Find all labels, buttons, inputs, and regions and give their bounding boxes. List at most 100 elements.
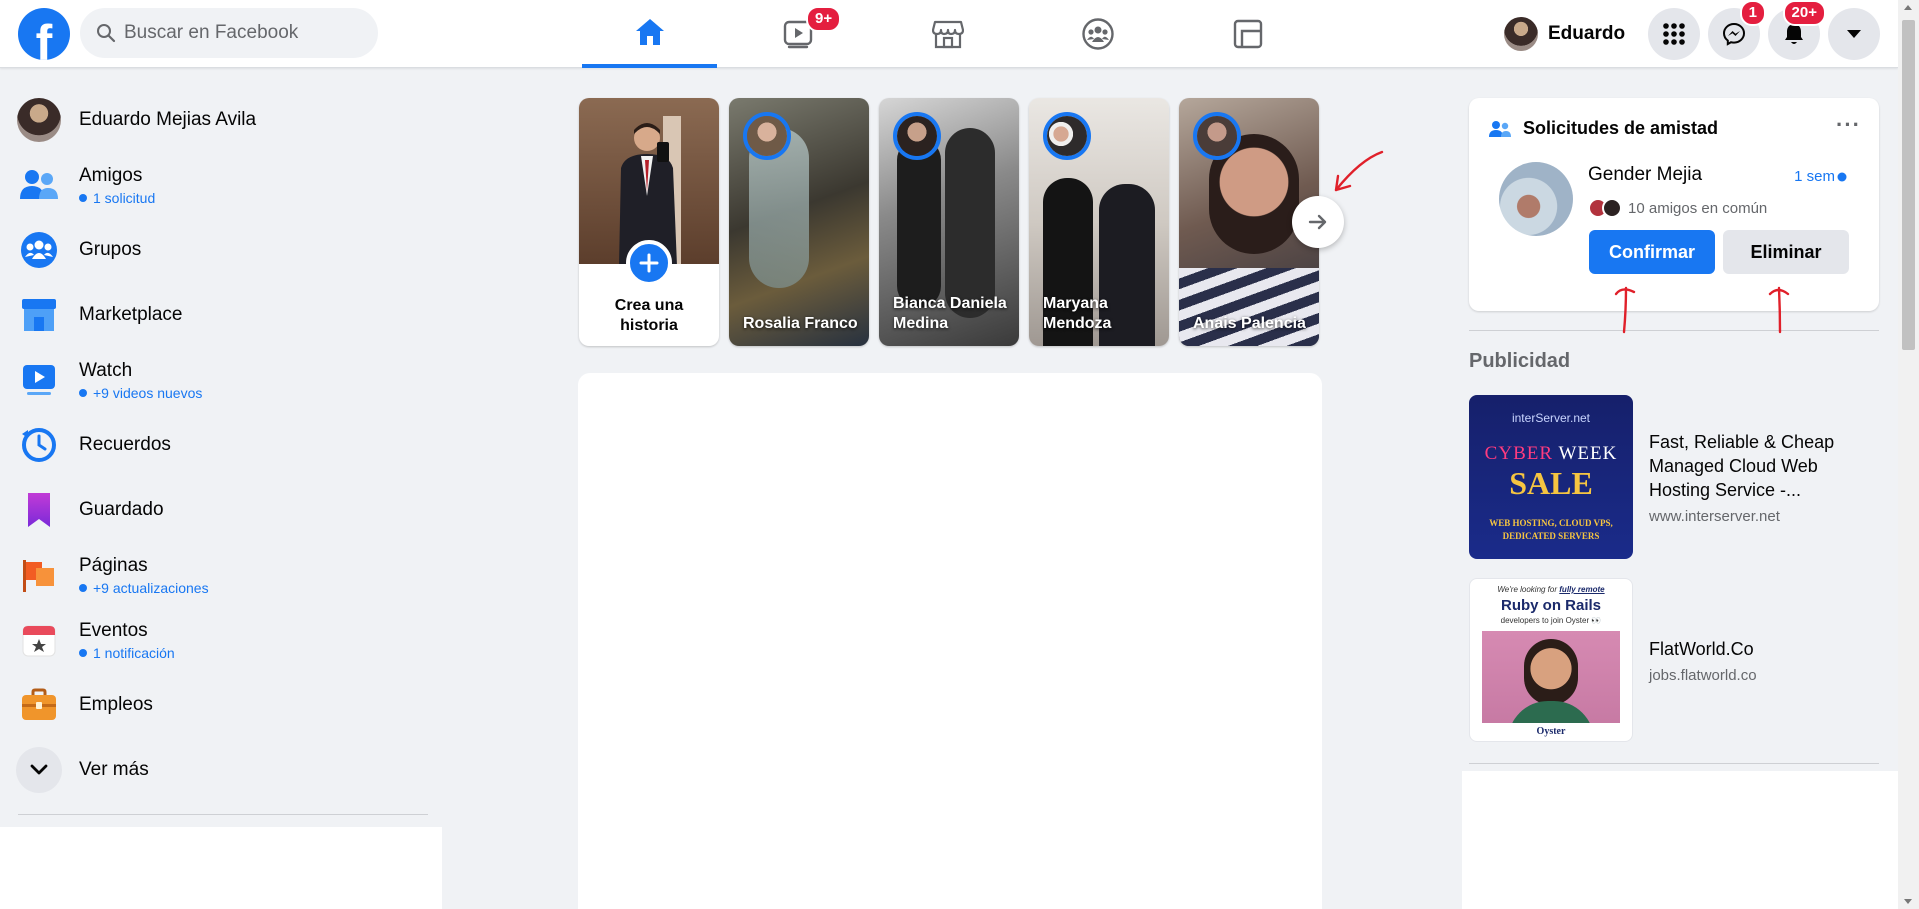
ad-image-top: We're looking for fully remote [1470,585,1632,594]
avatar [17,98,61,142]
search-input[interactable] [124,8,364,58]
sidebar-item-profile[interactable]: Eduardo Mejias Avila [16,90,426,150]
more-options-button[interactable]: ··· [1836,112,1861,138]
ad-item[interactable]: We're looking for fully remote Ruby on R… [1469,578,1879,742]
story-name: Rosalia Franco [743,315,858,332]
ad-image: We're looking for fully remote Ruby on R… [1469,578,1633,742]
marketplace-icon [931,20,964,49]
story-photo-clothes [1179,268,1319,346]
sidebar-item-subtext: +9 videos nuevos [79,385,202,401]
create-story-card[interactable]: Crea una historia [579,98,719,346]
ad-item[interactable]: interServer.net CYBER WEEK SALE WEB HOST… [1469,395,1879,559]
confirm-button[interactable]: Confirmar [1589,230,1715,274]
messenger-button[interactable]: 1 [1708,0,1766,60]
tab-marketplace[interactable] [880,0,1015,68]
friend-requests-title: Solicitudes de amistad [1523,118,1719,138]
right-divider [1469,763,1879,764]
tab-home[interactable] [582,0,717,68]
scroll-up-arrow-icon[interactable] [1904,5,1912,10]
story-name: Bianca Daniela Medina [893,295,1007,332]
account-button[interactable] [1828,8,1880,60]
story-photo-person [945,128,995,318]
story-card[interactable]: Maryana Mendoza [1029,98,1169,346]
story-avatar [1193,112,1241,160]
contacts-panel [1462,771,1898,909]
sidebar-user-name: Eduardo Mejias Avila [79,109,257,130]
sidebar-item-friends[interactable]: Amigos 1 solicitud [16,155,426,215]
ad-image-face [1524,639,1578,705]
unread-dot-icon [1837,172,1847,182]
ad-url: jobs.flatworld.co [1649,666,1757,684]
profile-chip[interactable]: Eduardo [1504,14,1625,54]
feed-post-card [578,373,1322,909]
mutual-friends[interactable]: 10 amigos en común [1588,198,1767,218]
ad-image-services: WEB HOSTING, CLOUD VPS, DEDICATED SERVER… [1489,518,1613,541]
groups-icon [21,232,57,268]
arrow-right-icon [1308,214,1327,230]
annotation-arrow-icon [1334,150,1384,192]
sidebar-item-label: Watch [79,359,133,381]
scroll-down-arrow-icon[interactable] [1904,899,1912,904]
top-navigation-bar: f 9+ [0,0,1898,68]
tab-groups[interactable] [1030,0,1165,68]
sidebar-item-jobs[interactable]: Empleos [16,675,426,735]
sidebar-item-memories[interactable]: Recuerdos [16,415,426,475]
left-sidebar: Eduardo Mejias Avila Amigos 1 solicitud … [0,68,442,909]
story-card[interactable]: Bianca Daniela Medina [879,98,1019,346]
groups-icon [1081,18,1114,50]
tab-gaming[interactable] [1180,0,1315,68]
ad-url: www.interserver.net [1649,507,1780,525]
requester-name[interactable]: Gender Mejia [1588,164,1702,186]
sidebar-item-label: Grupos [79,239,142,260]
saved-icon [28,493,50,527]
tab-watch[interactable]: 9+ [731,0,866,68]
sidebar-item-watch[interactable]: Watch +9 videos nuevos [16,350,426,410]
delete-button[interactable]: Eliminar [1723,230,1849,274]
search-icon [97,24,116,43]
home-icon [635,19,664,45]
chevron-down-icon [30,764,48,775]
gaming-icon [1233,19,1262,49]
friend-requests-header: Solicitudes de amistad [1489,118,1718,139]
facebook-logo[interactable]: f [18,8,70,68]
scrollbar-thumb[interactable] [1902,20,1915,350]
mutual-friend-avatar [1602,198,1622,218]
sidebar-item-label: Eventos [79,619,148,641]
friends-icon [1489,120,1511,137]
mutual-friends-label: 10 amigos en común [1628,199,1768,217]
ad-image-brand: interServer.net [1511,411,1591,425]
ad-title: FlatWorld.Co [1649,638,1754,659]
sidebar-item-events[interactable]: Eventos 1 notificación [16,610,426,670]
stories-tray: Crea una historia Rosalia Franco Bianca … [579,98,1319,346]
events-icon [22,625,56,657]
sidebar-item-pages[interactable]: Páginas +9 actualizaciones [16,545,426,605]
page-scrollbar[interactable] [1898,0,1919,909]
add-story-button[interactable] [626,240,672,286]
requester-avatar[interactable] [1499,162,1573,236]
stories-next-button[interactable] [1292,196,1344,248]
friends-icon [20,170,58,199]
ad-image-headline-a: CYBER [1484,443,1554,464]
sidebar-item-groups[interactable]: Grupos [16,220,426,280]
memories-icon [22,428,56,462]
sidebar-item-subtext: 1 solicitud [79,190,155,206]
see-more-label: Ver más [79,759,149,780]
watch-badge: 9+ [806,6,842,32]
plus-icon [639,253,659,273]
sidebar-item-saved[interactable]: Guardado [16,480,426,540]
story-card[interactable]: Rosalia Franco [729,98,869,346]
notifications-badge: 20+ [1782,0,1826,26]
profile-name: Eduardo [1548,23,1626,44]
request-time: 1 sem [1794,168,1835,185]
sidebar-item-marketplace[interactable]: Marketplace [16,285,426,345]
sidebar-item-label: Recuerdos [79,434,171,455]
search-box[interactable] [80,8,378,58]
menu-button[interactable] [1648,8,1700,60]
sidebar-item-label: Amigos [79,164,143,186]
ad-image: interServer.net CYBER WEEK SALE WEB HOST… [1469,395,1633,559]
notifications-button[interactable]: 20+ [1768,0,1826,60]
sponsored-title: Publicidad [1469,350,1571,372]
sidebar-item-label: Empleos [79,694,153,715]
see-more-button[interactable]: Ver más [16,740,426,800]
story-name: Anais Palencia [1193,315,1306,332]
